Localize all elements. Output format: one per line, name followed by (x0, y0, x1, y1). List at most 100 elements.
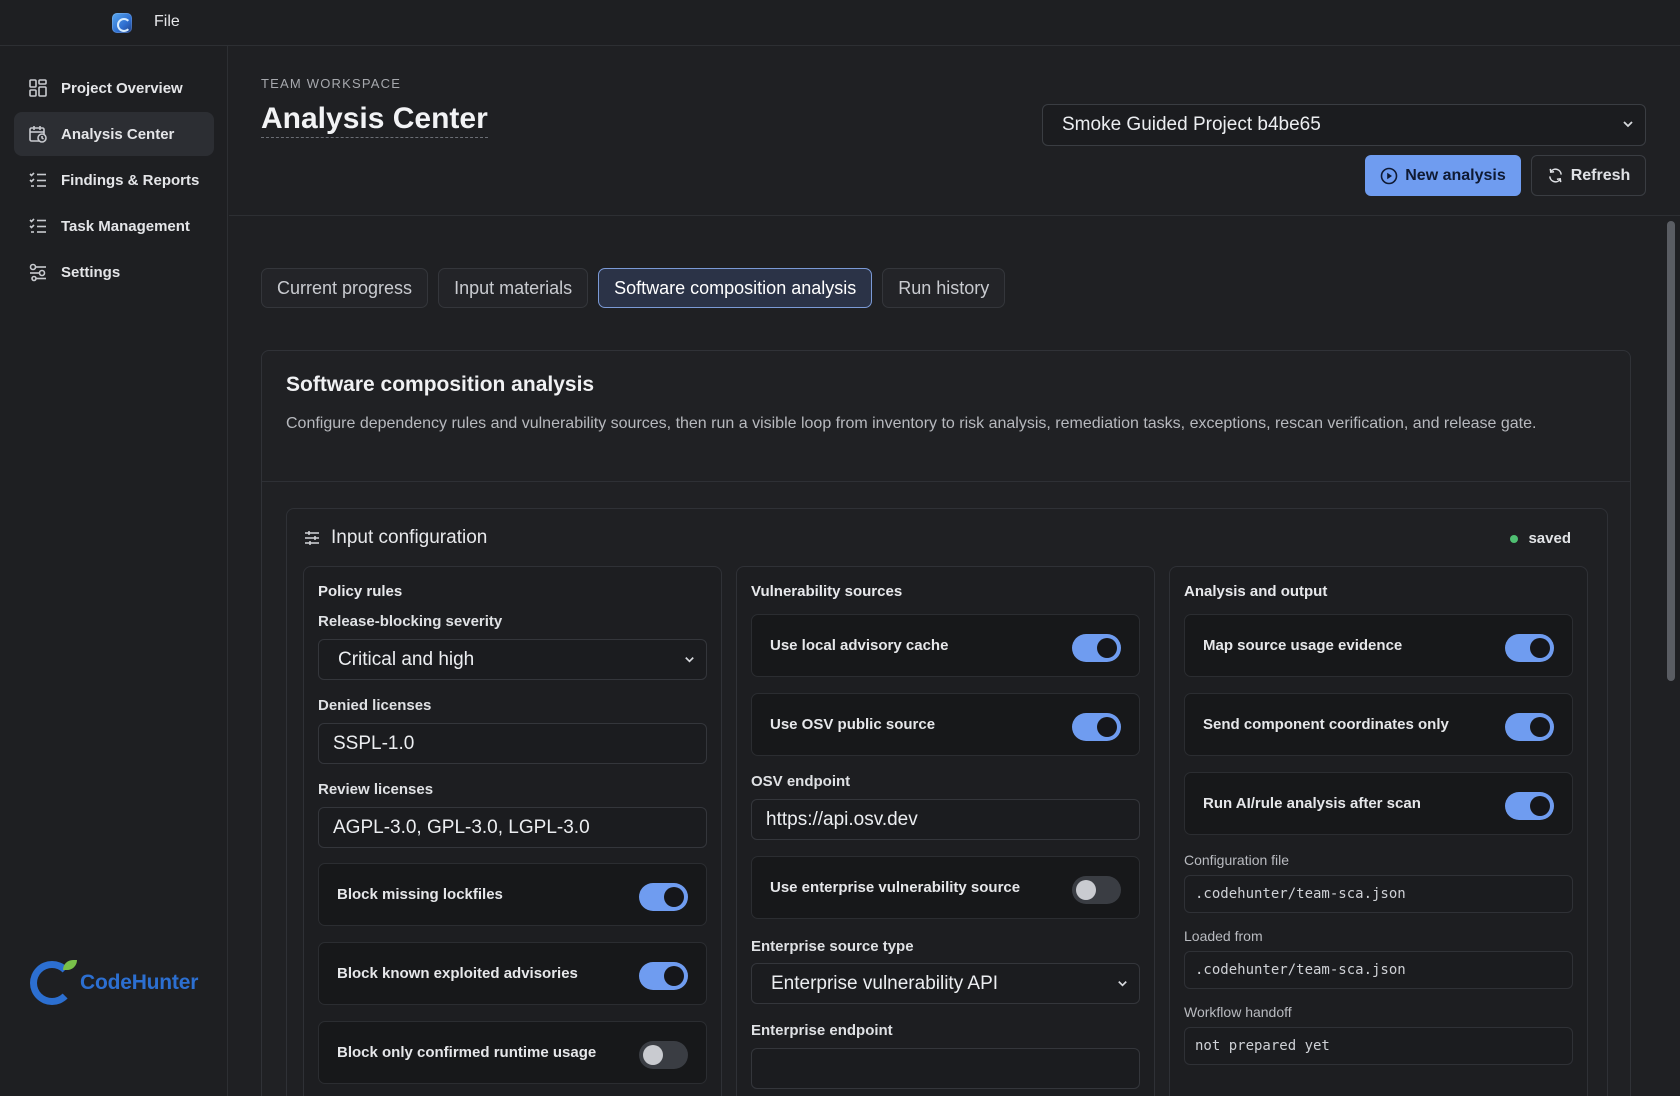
page-header: TEAM WORKSPACE Analysis Center Smoke Gui… (229, 46, 1680, 216)
status-badge: saved (1510, 530, 1571, 547)
brand-logo: CodeHunter (30, 958, 200, 1008)
severity-label: Release-blocking severity (318, 613, 503, 630)
chevron-down-icon (1118, 981, 1127, 987)
denied-licenses-input[interactable]: SSPL-1.0 (318, 723, 707, 764)
severity-select[interactable]: Critical and high (318, 639, 707, 680)
chevron-down-icon (1623, 121, 1633, 128)
toggle-label: Run AI/rule analysis after scan (1203, 795, 1421, 812)
workflow-handoff-value: not prepared yet (1184, 1027, 1573, 1065)
tab-current-progress[interactable]: Current progress (261, 268, 429, 308)
tab-input-materials[interactable]: Input materials (438, 268, 589, 308)
project-select[interactable]: Smoke Guided Project b4be65 (1042, 104, 1646, 146)
sidebar-item-settings[interactable]: Settings (14, 250, 214, 294)
enterprise-source-type-value: Enterprise vulnerability API (771, 972, 999, 994)
toggle-row-send-coordinates-only[interactable]: Send component coordinates only (1184, 693, 1573, 756)
play-circle-icon (1380, 167, 1398, 184)
toggle-label: Send component coordinates only (1203, 716, 1449, 733)
section-description: Configure dependency rules and vulnerabi… (286, 415, 1537, 432)
main-content: TEAM WORKSPACE Analysis Center Smoke Gui… (229, 46, 1680, 1096)
sidebar: Project Overview Analysis Center Finding… (0, 46, 228, 1096)
toggle-switch[interactable] (1505, 792, 1554, 820)
policy-rules-column: Policy rules Release-blocking severity C… (303, 566, 722, 1096)
brand-mark-icon (30, 960, 77, 1005)
review-licenses-input[interactable]: AGPL-3.0, GPL-3.0, LGPL-3.0 (318, 807, 707, 848)
toggle-switch[interactable] (1072, 876, 1121, 904)
sidebar-item-label: Analysis Center (61, 125, 175, 143)
enterprise-source-type-select[interactable]: Enterprise vulnerability API (751, 963, 1140, 1004)
input-configuration-header: Input configuration (303, 527, 487, 549)
sidebar-item-findings-reports[interactable]: Findings & Reports (14, 158, 214, 202)
input-configuration-title: Input configuration (331, 527, 488, 548)
sidebar-item-label: Findings & Reports (61, 171, 200, 189)
tab-bar: Current progress Input materials Softwar… (261, 268, 1015, 308)
toggle-label: Block known exploited advisories (337, 965, 578, 982)
tab-software-composition-analysis[interactable]: Software composition analysis (598, 268, 873, 308)
enterprise-source-type-label: Enterprise source type (751, 938, 914, 955)
toggle-label: Block only confirmed runtime usage (337, 1044, 597, 1061)
sca-card: Software composition analysis Configure … (261, 350, 1631, 1096)
sliders-icon (305, 531, 319, 545)
config-file-value: .codehunter/team-sca.json (1184, 875, 1573, 913)
sidebar-item-label: Task Management (61, 217, 190, 235)
toggle-switch[interactable] (1505, 713, 1554, 741)
severity-select-value: Critical and high (338, 648, 475, 670)
column-title: Policy rules (318, 583, 403, 600)
brand-name: CodeHunter (80, 971, 199, 994)
osv-endpoint-label: OSV endpoint (751, 773, 851, 790)
toggle-row-run-ai-rule-analysis[interactable]: Run AI/rule analysis after scan (1184, 772, 1573, 835)
file-menu[interactable]: File (154, 13, 180, 31)
app-icon (112, 13, 132, 33)
sidebar-item-project-overview[interactable]: Project Overview (14, 66, 214, 110)
status-dot-icon (1510, 534, 1519, 543)
config-file-label: Configuration file (1184, 852, 1290, 868)
workspace-label: TEAM WORKSPACE (261, 76, 402, 91)
toggle-label: Map source usage evidence (1203, 637, 1403, 654)
top-bar: File (0, 0, 1680, 46)
denied-licenses-label: Denied licenses (318, 697, 432, 714)
loaded-from-value: .codehunter/team-sca.json (1184, 951, 1573, 989)
section-title: Software composition analysis (286, 373, 595, 396)
sidebar-item-analysis-center[interactable]: Analysis Center (14, 112, 214, 156)
toggle-label: Use enterprise vulnerability source (770, 879, 1021, 896)
toggle-label: Use local advisory cache (770, 637, 949, 654)
toggle-row-local-advisory-cache[interactable]: Use local advisory cache (751, 614, 1140, 677)
toggle-switch[interactable] (1072, 713, 1121, 741)
toggle-row-osv-public-source[interactable]: Use OSV public source (751, 693, 1140, 756)
toggle-row-block-missing-lockfiles[interactable]: Block missing lockfiles (318, 863, 707, 926)
review-licenses-label: Review licenses (318, 781, 434, 798)
column-title: Vulnerability sources (751, 583, 903, 600)
sidebar-item-label: Settings (61, 263, 121, 281)
checklist-icon (28, 170, 48, 190)
new-analysis-button[interactable]: New analysis (1365, 155, 1521, 196)
toggle-row-block-known-exploited[interactable]: Block known exploited advisories (318, 942, 707, 1005)
toggle-label: Block missing lockfiles (337, 886, 503, 903)
divider (262, 481, 1630, 482)
analysis-output-column: Analysis and output Map source usage evi… (1169, 566, 1588, 1096)
enterprise-endpoint-input[interactable] (751, 1048, 1140, 1089)
project-select-value: Smoke Guided Project b4be65 (1062, 114, 1321, 135)
enterprise-endpoint-label: Enterprise endpoint (751, 1022, 893, 1039)
toggle-row-map-source-usage[interactable]: Map source usage evidence (1184, 614, 1573, 677)
toggle-switch[interactable] (1505, 634, 1554, 662)
toggle-switch[interactable] (639, 962, 688, 990)
input-configuration-panel: Input configuration saved Policy rules R… (286, 508, 1608, 1096)
refresh-icon (1548, 168, 1562, 183)
sidebar-item-label: Project Overview (61, 79, 183, 97)
sidebar-item-task-management[interactable]: Task Management (14, 204, 214, 248)
tab-run-history[interactable]: Run history (882, 268, 1006, 308)
calendar-clock-icon (28, 124, 48, 144)
toggle-row-enterprise-source[interactable]: Use enterprise vulnerability source (751, 856, 1140, 919)
scrollbar[interactable] (1667, 221, 1675, 681)
refresh-button[interactable]: Refresh (1531, 155, 1646, 196)
toggle-switch[interactable] (639, 1041, 688, 1069)
status-text: saved (1528, 530, 1571, 547)
new-analysis-label: New analysis (1405, 166, 1506, 184)
toggle-label: Use OSV public source (770, 716, 936, 733)
toggle-switch[interactable] (639, 883, 688, 911)
dashboard-icon (28, 78, 48, 98)
toggle-row-block-confirmed-runtime[interactable]: Block only confirmed runtime usage (318, 1021, 707, 1084)
page-title: Analysis Center (261, 102, 488, 138)
toggle-switch[interactable] (1072, 634, 1121, 662)
sliders-icon (28, 262, 48, 282)
osv-endpoint-input[interactable]: https://api.osv.dev (751, 799, 1140, 840)
